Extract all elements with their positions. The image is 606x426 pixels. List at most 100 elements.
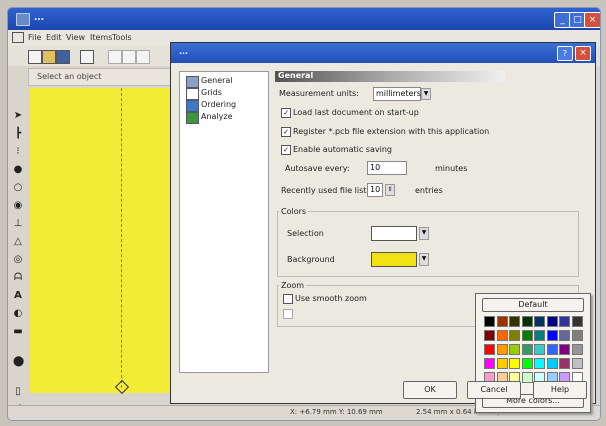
measure-icon[interactable]: ◐: [13, 309, 23, 319]
menu-tools[interactable]: Tools: [112, 33, 132, 42]
color-swatch[interactable]: [509, 344, 520, 355]
background-dropdown-icon[interactable]: ▼: [419, 253, 429, 266]
track-icon[interactable]: ⊥: [13, 219, 23, 229]
color-swatch[interactable]: [496, 316, 508, 327]
preferences-dialog: … ? × General Grids Ordering Analyze Gen…: [170, 42, 596, 413]
color-swatch[interactable]: [546, 316, 558, 327]
color-swatch[interactable]: [559, 344, 570, 355]
register-label: Register *.pcb file extension with this …: [293, 127, 490, 136]
color-swatch[interactable]: [571, 330, 583, 341]
color-swatch[interactable]: [546, 330, 558, 341]
status-coords: X: +6.79 mm Y: 10.69 mm: [290, 408, 383, 416]
color-swatch[interactable]: [521, 358, 533, 369]
circle-pad-icon[interactable]: ●: [13, 165, 23, 175]
line-icon[interactable]: ▬: [13, 327, 23, 337]
layer-icon[interactable]: ▯: [13, 387, 23, 397]
measurement-label: Measurement units:: [279, 89, 359, 98]
color-swatch[interactable]: [571, 316, 583, 327]
title-bar: … _ □ ×: [8, 8, 600, 30]
polygon-icon[interactable]: △: [13, 237, 23, 247]
color-swatch[interactable]: [546, 358, 558, 369]
copy-icon[interactable]: [122, 50, 136, 64]
menu-items[interactable]: Items: [90, 33, 112, 42]
colors-group: [277, 211, 579, 277]
help-button[interactable]: Help: [533, 381, 587, 399]
recent-spinner[interactable]: ⇕: [385, 184, 395, 196]
color-swatch[interactable]: [521, 330, 533, 341]
dialog-help-icon[interactable]: ?: [557, 46, 573, 61]
smooth-zoom-checkbox[interactable]: [283, 294, 293, 304]
info-text: Select an object: [37, 72, 102, 81]
default-color-button[interactable]: Default: [482, 298, 584, 312]
color-swatch[interactable]: [546, 344, 558, 355]
menu-edit[interactable]: Edit: [46, 33, 62, 42]
color-swatch[interactable]: [534, 316, 545, 327]
dialog-title-bar: … ? ×: [171, 43, 595, 63]
status-size: 2.54 mm x 0.64 in: [416, 408, 481, 416]
color-swatch[interactable]: [496, 330, 508, 341]
cut-icon[interactable]: [108, 50, 122, 64]
arc-icon[interactable]: ◎: [13, 255, 23, 265]
menu-file[interactable]: File: [28, 33, 41, 42]
new-icon[interactable]: [28, 50, 42, 64]
menu-view[interactable]: View: [66, 33, 85, 42]
color-swatch[interactable]: [496, 344, 508, 355]
zone-icon[interactable]: ᗩ: [13, 273, 23, 283]
color-swatch[interactable]: [571, 358, 583, 369]
print-icon[interactable]: [80, 50, 94, 64]
category-tree: General Grids Ordering Analyze: [179, 71, 269, 373]
recent-files-input[interactable]: 10: [367, 183, 383, 197]
recent-files-label: Recently used file list:: [281, 186, 370, 195]
color-swatch[interactable]: [559, 358, 570, 369]
color-swatch[interactable]: [484, 316, 495, 327]
smd-icon[interactable]: ⁝: [13, 147, 23, 157]
register-checkbox[interactable]: ✓: [281, 127, 291, 137]
color-swatch[interactable]: [521, 316, 533, 327]
smooth-zoom-label: Use smooth zoom: [295, 294, 367, 303]
ordering-icon: [186, 100, 199, 112]
cancel-button[interactable]: Cancel: [467, 381, 521, 399]
info-bar: Select an object: [28, 68, 190, 86]
window-title: …: [34, 12, 45, 23]
selection-color-button[interactable]: [371, 226, 417, 241]
doc-icon: [12, 32, 24, 43]
zoom-option-checkbox[interactable]: [283, 309, 293, 319]
color-swatch[interactable]: [521, 344, 533, 355]
chevron-down-icon[interactable]: ▼: [421, 88, 431, 100]
board-canvas[interactable]: [30, 88, 181, 395]
load-last-checkbox[interactable]: ✓: [281, 108, 291, 118]
pad-icon[interactable]: ┣: [13, 129, 23, 139]
color-swatch[interactable]: [509, 330, 520, 341]
text-icon[interactable]: A: [13, 291, 23, 301]
pointer-icon[interactable]: ➤: [13, 111, 23, 121]
autosave-input[interactable]: 10: [367, 161, 407, 175]
color-swatch[interactable]: [509, 316, 520, 327]
color-swatch[interactable]: [559, 330, 570, 341]
component-icon[interactable]: ⬤: [13, 357, 24, 367]
color-swatch[interactable]: [534, 344, 545, 355]
color-swatch[interactable]: [534, 358, 545, 369]
close-button[interactable]: ×: [584, 12, 600, 28]
color-swatch[interactable]: [484, 344, 495, 355]
background-color-button[interactable]: [371, 252, 417, 267]
color-swatch[interactable]: [496, 358, 508, 369]
via-icon[interactable]: ◉: [13, 201, 23, 211]
origin-marker[interactable]: [114, 379, 130, 395]
dialog-close-icon[interactable]: ×: [575, 46, 591, 61]
selection-dropdown-icon[interactable]: ▼: [419, 227, 429, 240]
paste-icon[interactable]: [136, 50, 150, 64]
color-swatch[interactable]: [509, 358, 520, 369]
color-swatch[interactable]: [571, 344, 583, 355]
color-swatch[interactable]: [559, 316, 570, 327]
ring-icon[interactable]: ○: [13, 183, 23, 193]
measurement-select[interactable]: millimeters: [373, 87, 421, 101]
open-icon[interactable]: [42, 50, 56, 64]
autosave-checkbox[interactable]: ✓: [281, 145, 291, 155]
tool-palette: ➤ ┣ ⁝ ● ○ ◉ ⊥ △ ◎ ᗩ A ◐ ▬ ⬤ ▯ ↙: [10, 103, 26, 413]
color-swatch[interactable]: [521, 372, 533, 383]
ok-button[interactable]: OK: [403, 381, 457, 399]
color-swatch[interactable]: [484, 330, 495, 341]
color-swatch[interactable]: [534, 330, 545, 341]
color-swatch[interactable]: [484, 358, 495, 369]
save-icon[interactable]: [56, 50, 70, 64]
